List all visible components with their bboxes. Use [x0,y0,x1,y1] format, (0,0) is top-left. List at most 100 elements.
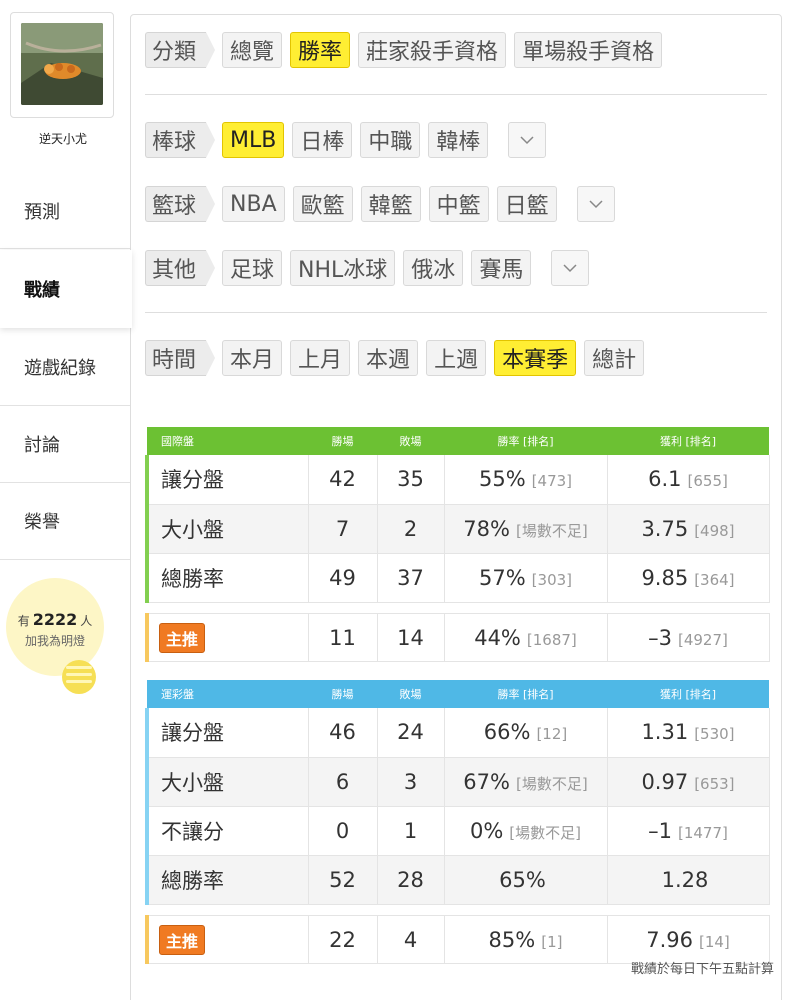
basketball-option-korea[interactable]: 韓籃 [360,186,421,222]
category-option-banker-killer[interactable]: 莊家殺手資格 [358,32,507,68]
category-label: 分類 [145,32,216,68]
baseball-label: 棒球 [145,122,216,158]
featured-profit: 7.96 [14] [607,915,770,964]
winrate-rank: [場數不足] [515,521,588,540]
time-option-last-month[interactable]: 上月 [290,340,351,376]
calculation-note: 戰績於每日下午五點計算 [630,962,774,977]
featured-row: 主推 11 14 44% [1687] –3 [4927] [145,613,770,662]
baseball-option-mlb[interactable]: MLB [222,122,285,158]
avatar[interactable] [21,23,103,105]
featured-winrate: 85% [1] [444,915,608,964]
header-losses: 敗場 [377,427,444,455]
fans-suffix: 人 [80,614,93,628]
category-option-overview[interactable]: 總覽 [222,32,283,68]
basketball-option-euro[interactable]: 歐籃 [292,186,353,222]
table-row: 大小盤 6 3 67% [場數不足] 0.97 [653] [145,757,770,807]
row-winrate: 0% [場數不足] [444,806,608,856]
nav-discussion[interactable]: 討論 [0,405,130,483]
winrate-rank: [12] [536,725,568,744]
time-option-this-season[interactable]: 本賽季 [494,340,577,376]
time-option-this-week[interactable]: 本週 [358,340,419,376]
row-profit: –1 [1477] [607,806,770,856]
bulb-lines-icon [66,666,92,688]
header-winrate: 勝率 [排名] [444,427,607,455]
row-losses: 2 [377,504,445,554]
profit-value: –1 [648,818,672,843]
nav-game-log[interactable]: 遊戲紀錄 [0,328,130,406]
nav-record[interactable]: 戰績 [0,250,132,328]
profit-rank: [655] [687,472,728,491]
winrate-value: 0% [469,818,504,843]
profit-value: –3 [648,625,672,650]
nav-predict[interactable]: 預測 [0,172,130,250]
basketball-filter: 籃球 NBA 歐籃 韓籃 中籃 日籃 [145,183,623,225]
other-option-khl[interactable]: 俄冰 [403,250,464,286]
basketball-label: 籃球 [145,186,216,222]
row-wins: 7 [308,504,378,554]
international-record-table: 國際盤 勝場 敗場 勝率 [排名] 獲利 [排名] 讓分盤 42 35 55% [… [145,427,770,603]
category-option-single-killer[interactable]: 單場殺手資格 [514,32,663,68]
row-winrate: 65% [444,855,608,905]
featured-wins: 22 [308,915,378,964]
featured-winrate: 44% [1687] [444,613,608,662]
row-winrate: 66% [12] [444,708,608,758]
profit-value: 9.85 [641,565,689,590]
winrate-rank: [1] [541,932,563,951]
header-wins: 勝場 [308,680,377,708]
other-option-horse-racing[interactable]: 賽馬 [471,250,532,286]
featured-losses: 14 [377,613,445,662]
profit-rank: [364] [694,570,735,589]
other-option-nhl[interactable]: NHL冰球 [290,250,396,286]
winrate-value: 85% [488,927,536,952]
other-more-dropdown[interactable] [551,250,590,286]
fans-subtitle[interactable]: 加我為明燈 [0,632,110,649]
winrate-value: 55% [478,467,526,492]
table-row: 總勝率 49 37 57% [303] 9.85 [364] [145,553,770,603]
row-profit: 1.31 [530] [607,708,770,758]
row-losses: 37 [377,553,445,603]
basketball-option-nba[interactable]: NBA [222,186,285,222]
other-option-soccer[interactable]: 足球 [222,250,283,286]
chevron-down-icon [520,136,534,145]
row-winrate: 55% [473] [444,455,608,505]
basketball-more-dropdown[interactable] [576,186,615,222]
time-option-total[interactable]: 總計 [584,340,645,376]
fans-count: 2222 [32,610,78,629]
table-row: 總勝率 52 28 65% 1.28 [145,855,770,905]
basketball-option-japan[interactable]: 日籃 [496,186,557,222]
featured-badge: 主推 [159,924,206,955]
row-profit: 3.75 [498] [607,504,770,554]
baseball-option-npb[interactable]: 日棒 [292,122,353,158]
row-profit: 6.1 [655] [607,455,770,505]
table-row: 大小盤 7 2 78% [場數不足] 3.75 [498] [145,504,770,554]
header-profit: 獲利 [排名] [607,427,769,455]
row-winrate: 57% [303] [444,553,608,603]
time-option-this-month[interactable]: 本月 [222,340,283,376]
baseball-more-dropdown[interactable] [508,122,547,158]
baseball-option-kbo[interactable]: 韓棒 [428,122,489,158]
row-wins: 46 [308,708,378,758]
featured-badge: 主推 [159,622,206,653]
fans-count-line: 有 2222 人 [0,610,110,629]
chevron-down-icon [589,200,603,209]
table-header-row: 國際盤 勝場 敗場 勝率 [排名] 獲利 [排名] [147,427,769,455]
category-option-winrate[interactable]: 勝率 [290,32,351,68]
profit-rank: [498] [694,521,735,540]
profit-value: 0.97 [641,769,689,794]
row-name: 讓分盤 [145,708,309,758]
featured-badge-cell: 主推 [145,915,309,964]
avatar-frame[interactable] [10,12,114,118]
row-losses: 1 [377,806,445,856]
sports-lottery-record-table: 運彩盤 勝場 敗場 勝率 [排名] 獲利 [排名] 讓分盤 46 24 66% [… [145,680,770,905]
nav-honor[interactable]: 榮譽 [0,482,130,560]
basketball-option-china[interactable]: 中籃 [428,186,489,222]
profit-value: 3.75 [641,516,689,541]
header-market: 國際盤 [147,427,308,455]
other-label: 其他 [145,250,216,286]
row-name: 不讓分 [145,806,309,856]
chevron-down-icon [563,264,577,273]
baseball-option-cpbl[interactable]: 中職 [360,122,421,158]
time-label: 時間 [145,340,216,376]
row-name: 大小盤 [145,504,309,554]
time-option-last-week[interactable]: 上週 [426,340,487,376]
